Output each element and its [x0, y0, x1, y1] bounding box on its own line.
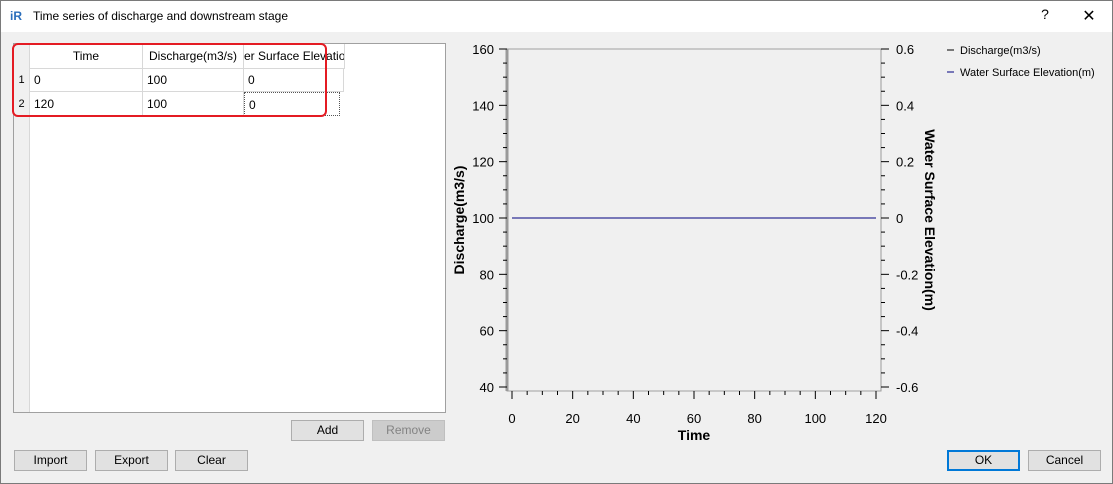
window-title: Time series of discharge and downstream …: [33, 9, 289, 23]
x-tick-label: 0: [508, 411, 515, 426]
y-axis-label: Discharge(m3/s): [451, 166, 467, 275]
y-tick-label: 160: [472, 42, 494, 57]
chart: 0 20 40 60 80 100 120 40 60 80 100 120 140 160 -0.6 -0.…: [451, 42, 1095, 443]
table-cell-time[interactable]: 120: [30, 92, 143, 116]
y2-tick-label: -0.2: [896, 267, 918, 282]
table-cell-elevation[interactable]: 0: [244, 68, 344, 92]
x-tick-label: 80: [747, 411, 761, 426]
y2-tick-label: 0.6: [896, 42, 914, 57]
y-tick-label: 100: [472, 211, 494, 226]
import-button[interactable]: Import: [14, 450, 87, 471]
legend: Discharge(m3/s) Water Surface Elevation(…: [947, 45, 1095, 79]
ok-button[interactable]: OK: [947, 450, 1020, 471]
y-tick-label: 40: [480, 380, 494, 395]
table-cell-discharge[interactable]: 100: [143, 68, 244, 92]
close-icon[interactable]: ✕: [1079, 6, 1099, 26]
x-tick-label: 120: [865, 411, 887, 426]
x-tick-label: 40: [626, 411, 640, 426]
row-number[interactable]: 2: [14, 92, 29, 116]
y2-axis-label: Water Surface Elevation(m): [922, 129, 938, 311]
column-header-water-surface-elevation[interactable]: er Surface Elevatio: [244, 44, 345, 69]
plot-area: [506, 48, 882, 392]
x-tick-label: 60: [687, 411, 701, 426]
table-cell-time[interactable]: 0: [30, 68, 143, 92]
y2-tick-label: 0.2: [896, 155, 914, 170]
x-tick-label: 100: [804, 411, 826, 426]
export-button[interactable]: Export: [95, 450, 168, 471]
cancel-button[interactable]: Cancel: [1028, 450, 1101, 471]
clear-button[interactable]: Clear: [175, 450, 248, 471]
y2-tick-label: 0.4: [896, 98, 914, 113]
column-header-discharge[interactable]: Discharge(m3/s): [143, 44, 244, 69]
y-tick-label: 60: [480, 324, 494, 339]
table-cell-elevation[interactable]: 0: [244, 92, 340, 116]
row-number[interactable]: 1: [14, 68, 29, 92]
y2-tick-label: -0.4: [896, 324, 918, 339]
column-header-time[interactable]: Time: [30, 44, 143, 69]
y-tick-label: 140: [472, 98, 494, 113]
app-icon: iR: [10, 9, 22, 23]
table-cell-discharge[interactable]: 100: [143, 92, 244, 116]
legend-label-wse: Water Surface Elevation(m): [960, 67, 1095, 79]
y-tick-label: 120: [472, 155, 494, 170]
legend-label-discharge: Discharge(m3/s): [960, 45, 1041, 57]
y2-tick-label: -0.6: [896, 380, 918, 395]
x-axis-label: Time: [678, 427, 711, 443]
y-tick-label: 80: [480, 267, 494, 282]
help-button[interactable]: ?: [1037, 6, 1053, 26]
y2-tick-label: 0: [896, 211, 903, 226]
add-button[interactable]: Add: [291, 420, 364, 441]
data-table: Time Discharge(m3/s) er Surface Elevatio…: [13, 43, 446, 413]
dialog-window: iR Time series of discharge and downstre…: [0, 0, 1113, 484]
remove-button[interactable]: Remove: [372, 420, 445, 441]
x-tick-label: 20: [565, 411, 579, 426]
title-bar: iR Time series of discharge and downstre…: [1, 1, 1112, 32]
